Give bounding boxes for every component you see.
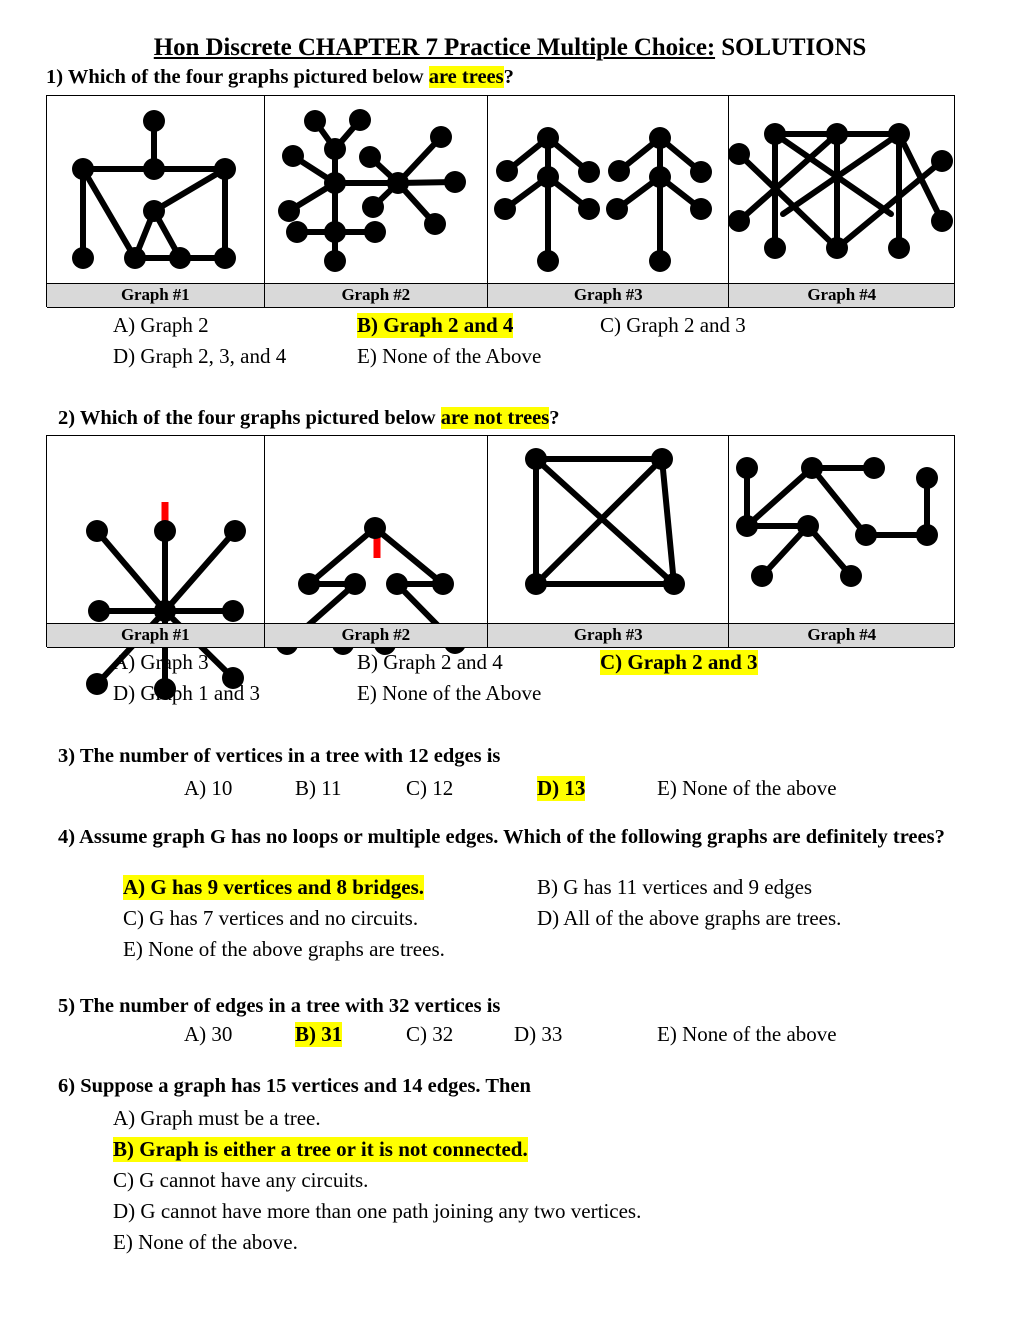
q2-graph-label-row: Graph #1 Graph #2 Graph #3 Graph #4	[47, 623, 954, 648]
q3-option-e[interactable]: E) None of the above	[657, 776, 837, 801]
q5-option-d[interactable]: D) 33	[514, 1022, 562, 1047]
q3-option-b[interactable]: B) 11	[295, 776, 341, 801]
q1-option-e[interactable]: E) None of the Above	[357, 344, 541, 369]
q6-option-a[interactable]: A) Graph must be a tree.	[113, 1106, 321, 1131]
question-3-stem: 3) The number of vertices in a tree with…	[58, 745, 501, 767]
page-title-underlined: Hon Discrete CHAPTER 7 Practice Multiple…	[153, 34, 716, 61]
q1-graph-label-2: Graph #2	[265, 284, 489, 307]
question-2-graph-table: Graph #1 Graph #2 Graph #3 Graph #4	[46, 435, 955, 700]
q3-option-c[interactable]: C) 12	[406, 776, 453, 801]
q6-option-d[interactable]: D) G cannot have more than one path join…	[113, 1199, 641, 1224]
q4-option-c[interactable]: C) G has 7 vertices and no circuits.	[123, 906, 418, 931]
q1-option-a[interactable]: A) Graph 2	[113, 313, 209, 338]
question-2-stem: 2) Which of the four graphs pictured bel…	[58, 407, 560, 430]
q2-graph-label-3: Graph #3	[488, 624, 730, 647]
q1-graph-label-1: Graph #1	[47, 284, 265, 307]
page-title: Hon Discrete CHAPTER 7 Practice Multiple…	[0, 34, 1020, 62]
q3-option-d[interactable]: D) 13	[537, 776, 586, 801]
q2-stem-highlight: are not trees	[440, 407, 550, 429]
graph-4-drawing	[728, 123, 954, 259]
q1-option-c[interactable]: C) Graph 2 and 3	[600, 313, 746, 338]
graph-4-drawing	[736, 457, 939, 587]
q1-graph-cell-3	[488, 96, 730, 306]
graph-3-drawing	[525, 448, 686, 595]
document-page: Hon Discrete CHAPTER 7 Practice Multiple…	[0, 0, 1020, 1320]
q1-stem-pre: 1) Which of the four graphs pictured bel…	[46, 66, 429, 88]
q5-option-e[interactable]: E) None of the above	[657, 1022, 837, 1047]
q2-option-e[interactable]: E) None of the Above	[357, 681, 541, 706]
q1-option-d[interactable]: D) Graph 2, 3, and 4	[113, 344, 286, 369]
q1-graph-cell-1	[47, 96, 265, 306]
q4-option-a[interactable]: A) G has 9 vertices and 8 bridges.	[123, 875, 424, 900]
q2-graph-cell-3	[488, 436, 730, 646]
q4-option-d[interactable]: D) All of the above graphs are trees.	[537, 906, 841, 931]
q1-graph-label-3: Graph #3	[488, 284, 730, 307]
q2-stem-pre: 2) Which of the four graphs pictured bel…	[58, 407, 441, 429]
question-4-stem: 4) Assume graph G has no loops or multip…	[58, 826, 945, 848]
question-6-stem: 6) Suppose a graph has 15 vertices and 1…	[58, 1075, 531, 1097]
question-1-graph-table: Graph #1 Graph #2 Graph #3 Graph #4	[46, 95, 955, 308]
q2-option-d[interactable]: D) Graph 1 and 3	[113, 681, 260, 706]
q6-option-c[interactable]: C) G cannot have any circuits.	[113, 1168, 368, 1193]
page-title-solutions: SOLUTIONS	[715, 34, 867, 61]
q3-option-a[interactable]: A) 10	[184, 776, 232, 801]
q1-graph-label-4: Graph #4	[807, 285, 877, 304]
graph-1-drawing	[72, 110, 236, 269]
q4-option-b[interactable]: B) G has 11 vertices and 9 edges	[537, 875, 812, 900]
q6-option-b[interactable]: B) Graph is either a tree or it is not c…	[113, 1137, 528, 1162]
question-5-stem: 5) The number of edges in a tree with 32…	[58, 995, 501, 1017]
q2-graph-cells	[47, 436, 954, 700]
q1-stem-post: ?	[503, 66, 514, 88]
q2-stem-post: ?	[549, 407, 560, 429]
q4-option-e[interactable]: E) None of the above graphs are trees.	[123, 937, 445, 962]
q2-graph-label-1: Graph #1	[47, 624, 265, 647]
q2-option-a[interactable]: A) Graph 3	[113, 650, 209, 675]
graph-3-drawing	[494, 127, 713, 272]
q5-option-a[interactable]: A) 30	[184, 1022, 232, 1047]
q2-graph-label-2: Graph #2	[265, 624, 489, 647]
question-1-stem: 1) Which of the four graphs pictured bel…	[46, 66, 514, 89]
q1-option-b[interactable]: B) Graph 2 and 4	[357, 313, 514, 338]
q1-graph-cells	[47, 96, 954, 306]
q5-option-c[interactable]: C) 32	[406, 1022, 453, 1047]
q1-stem-highlight: are trees	[428, 66, 504, 88]
q6-option-e[interactable]: E) None of the above.	[113, 1230, 298, 1255]
q2-graph-cell-2	[265, 436, 489, 655]
q2-graph-cell-4	[729, 436, 954, 646]
graph-2-drawing	[277, 109, 466, 272]
q5-option-b[interactable]: B) 31	[295, 1022, 343, 1047]
q2-option-b[interactable]: B) Graph 2 and 4	[357, 650, 503, 675]
q1-graph-cell-4	[728, 96, 954, 306]
q1-graph-label-row: Graph #1 Graph #2 Graph #3 Graph #4	[47, 283, 954, 308]
q2-graph-cell-1	[47, 436, 265, 700]
q2-graph-label-4: Graph #4	[807, 625, 877, 644]
q1-graph-cell-2	[265, 96, 489, 306]
q2-option-c[interactable]: C) Graph 2 and 3	[600, 650, 758, 675]
